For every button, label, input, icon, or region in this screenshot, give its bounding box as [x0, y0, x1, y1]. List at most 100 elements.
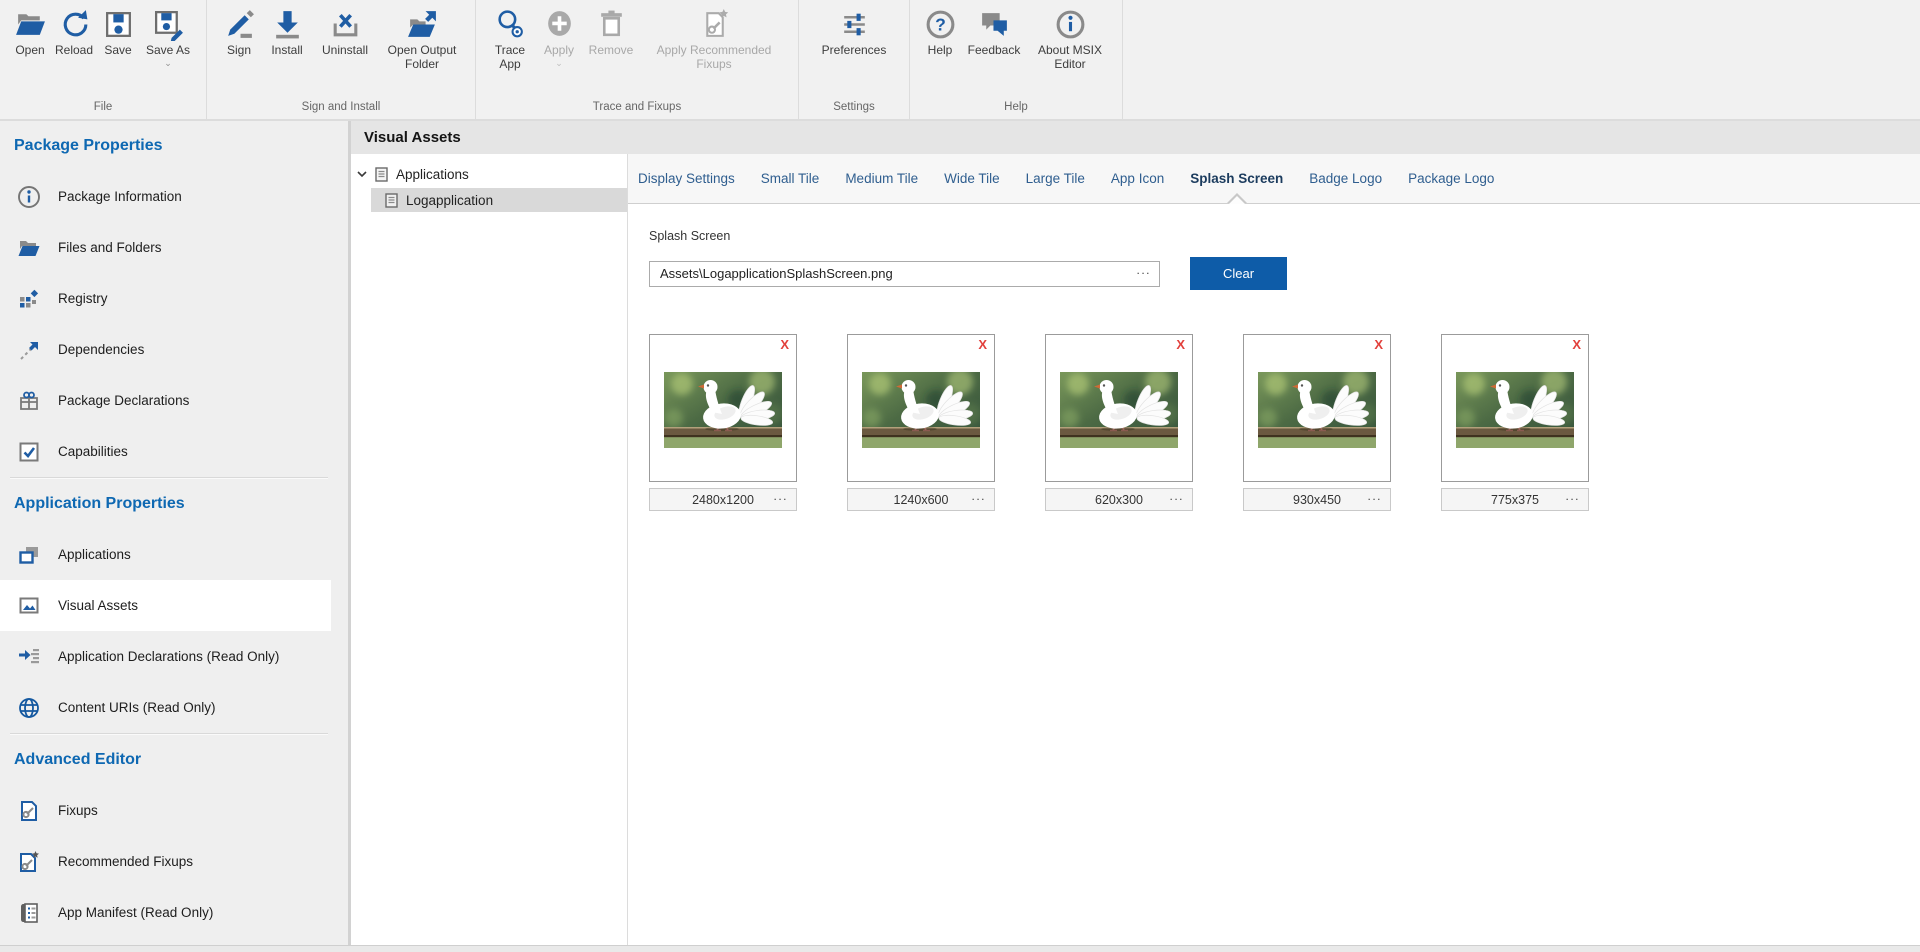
open-button[interactable]: Open: [9, 7, 51, 58]
help-button[interactable]: ? Help: [919, 7, 961, 58]
info-icon: [17, 185, 41, 209]
sidebar-item-label: Visual Assets: [58, 598, 138, 613]
tab-app-icon[interactable]: App Icon: [1111, 171, 1164, 186]
tab-small-tile[interactable]: Small Tile: [761, 171, 820, 186]
size-label-box: 1240x600 ...: [847, 488, 995, 511]
thumbnail-775x375: X 775x375 ...: [1441, 334, 1591, 511]
tab-splash-screen[interactable]: Splash Screen: [1190, 171, 1283, 186]
trace-app-button[interactable]: Trace App: [485, 7, 535, 72]
remove-asset-icon[interactable]: X: [978, 338, 987, 351]
clear-button[interactable]: Clear: [1190, 257, 1287, 290]
size-label-box: 2480x1200 ...: [649, 488, 797, 511]
sidebar-item-label: Dependencies: [58, 342, 144, 357]
more-options-button[interactable]: ...: [971, 489, 986, 503]
uninstall-label: Uninstall: [322, 44, 368, 58]
sidebar-item-fixups[interactable]: Fixups: [0, 785, 348, 836]
preferences-button[interactable]: Preferences: [808, 7, 900, 58]
apply-recommended-fixups-label: Apply Recommended Fixups: [639, 44, 789, 72]
sidebar-item-files-and-folders[interactable]: Files and Folders: [0, 222, 348, 273]
help-question-icon: ?: [924, 8, 957, 41]
more-options-button[interactable]: ...: [1169, 489, 1184, 503]
applications-tree: Applications Logapplication: [351, 154, 628, 945]
dove-splash-image: [862, 372, 980, 448]
remove-asset-icon[interactable]: X: [780, 338, 789, 351]
size-label: 1240x600: [894, 493, 949, 507]
sidebar-item-visual-assets[interactable]: Visual Assets: [0, 580, 331, 631]
open-output-folder-button[interactable]: Open Output Folder: [378, 7, 466, 72]
checkbox-icon: [17, 440, 41, 464]
feedback-label: Feedback: [968, 44, 1021, 58]
install-label: Install: [271, 44, 302, 58]
sidebar-item-dependencies[interactable]: Dependencies: [0, 324, 348, 375]
manifest-scroll-icon: [17, 901, 41, 925]
save-button[interactable]: Save: [97, 7, 139, 58]
remove-asset-icon[interactable]: X: [1572, 338, 1581, 351]
sidebar-item-package-declarations[interactable]: Package Declarations: [0, 375, 348, 426]
sidebar-item-application-declarations[interactable]: Application Declarations (Read Only): [0, 631, 348, 682]
more-options-button[interactable]: ...: [1367, 489, 1382, 503]
sidebar-item-label: Registry: [58, 291, 108, 306]
apply-button: Apply ⌄: [535, 7, 583, 67]
tab-wide-tile[interactable]: Wide Tile: [944, 171, 1000, 186]
tab-large-tile[interactable]: Large Tile: [1026, 171, 1085, 186]
sidebar-item-label: Package Information: [58, 189, 182, 204]
thumbnail-image-frame: X: [649, 334, 797, 482]
tree-node-logapplication[interactable]: Logapplication: [371, 188, 627, 212]
size-label-box: 620x300 ...: [1045, 488, 1193, 511]
dove-splash-image: [1060, 372, 1178, 448]
tree-node-applications[interactable]: Applications: [351, 161, 627, 188]
section-header-package-properties: Package Properties: [0, 121, 348, 171]
save-as-button[interactable]: Save As ⌄: [139, 7, 197, 67]
thumbnail-image-frame: X: [847, 334, 995, 482]
uninstall-icon: [329, 8, 362, 41]
remove-asset-icon[interactable]: X: [1176, 338, 1185, 351]
dove-splash-image: [664, 372, 782, 448]
sidebar-item-package-information[interactable]: Package Information: [0, 171, 348, 222]
size-label-box: 930x450 ...: [1243, 488, 1391, 511]
help-label: Help: [928, 44, 953, 58]
sidebar-item-applications[interactable]: Applications: [0, 529, 348, 580]
declarations-arrow-icon: [17, 645, 41, 669]
apply-recommended-fixups-button: Apply Recommended Fixups: [639, 7, 789, 72]
ribbon-group-trace-fixups: Trace App Apply ⌄ Remove: [476, 0, 799, 119]
about-msix-editor-button[interactable]: About MSIX Editor: [1027, 7, 1113, 72]
browse-button[interactable]: ...: [1136, 263, 1151, 277]
sidebar-item-recommended-fixups[interactable]: Recommended Fixups: [0, 836, 348, 887]
open-output-folder-icon: [406, 8, 439, 41]
sidebar-item-content-uris[interactable]: Content URIs (Read Only): [0, 682, 348, 733]
main-panel: Visual Assets Applications: [351, 121, 1920, 945]
tab-display-settings[interactable]: Display Settings: [638, 171, 735, 186]
remove-label: Remove: [589, 44, 634, 58]
sidebar-item-label: Package Declarations: [58, 393, 189, 408]
more-options-button[interactable]: ...: [1565, 489, 1580, 503]
remove-asset-icon[interactable]: X: [1374, 338, 1383, 351]
window-bottom-edge: [0, 945, 1920, 952]
sidebar-item-label: Capabilities: [58, 444, 128, 459]
tab-package-logo[interactable]: Package Logo: [1408, 171, 1494, 186]
tree-node-label: Applications: [396, 167, 469, 182]
about-info-icon: [1054, 8, 1087, 41]
feedback-button[interactable]: Feedback: [961, 7, 1027, 58]
more-options-button[interactable]: ...: [773, 489, 788, 503]
thumbnail-2480x1200: X 2480x1200 ...: [649, 334, 799, 511]
install-button[interactable]: Install: [262, 7, 312, 58]
tab-badge-logo[interactable]: Badge Logo: [1309, 171, 1382, 186]
reload-button[interactable]: Reload: [51, 7, 97, 58]
about-msix-editor-label: About MSIX Editor: [1027, 44, 1113, 72]
document-icon: [375, 167, 388, 182]
thumbnail-930x450: X 930x450 ...: [1243, 334, 1393, 511]
open-folder-icon: [14, 8, 47, 41]
sign-button[interactable]: Sign: [216, 7, 262, 58]
gift-box-icon: [17, 389, 41, 413]
tab-medium-tile[interactable]: Medium Tile: [845, 171, 918, 186]
splash-path-input[interactable]: [649, 261, 1160, 287]
sidebar-item-registry[interactable]: Registry: [0, 273, 348, 324]
uninstall-button[interactable]: Uninstall: [312, 7, 378, 58]
sidebar-item-app-manifest[interactable]: App Manifest (Read Only): [0, 887, 348, 938]
sidebar-item-capabilities[interactable]: Capabilities: [0, 426, 348, 477]
save-as-dropdown-icon[interactable]: ⌄: [164, 59, 172, 67]
sidebar-item-label: Recommended Fixups: [58, 854, 193, 869]
ribbon-group-settings: Preferences Settings: [799, 0, 910, 119]
ribbon-group-sign-install: Sign Install Uninstall: [207, 0, 476, 119]
sidebar-item-label: Fixups: [58, 803, 98, 818]
